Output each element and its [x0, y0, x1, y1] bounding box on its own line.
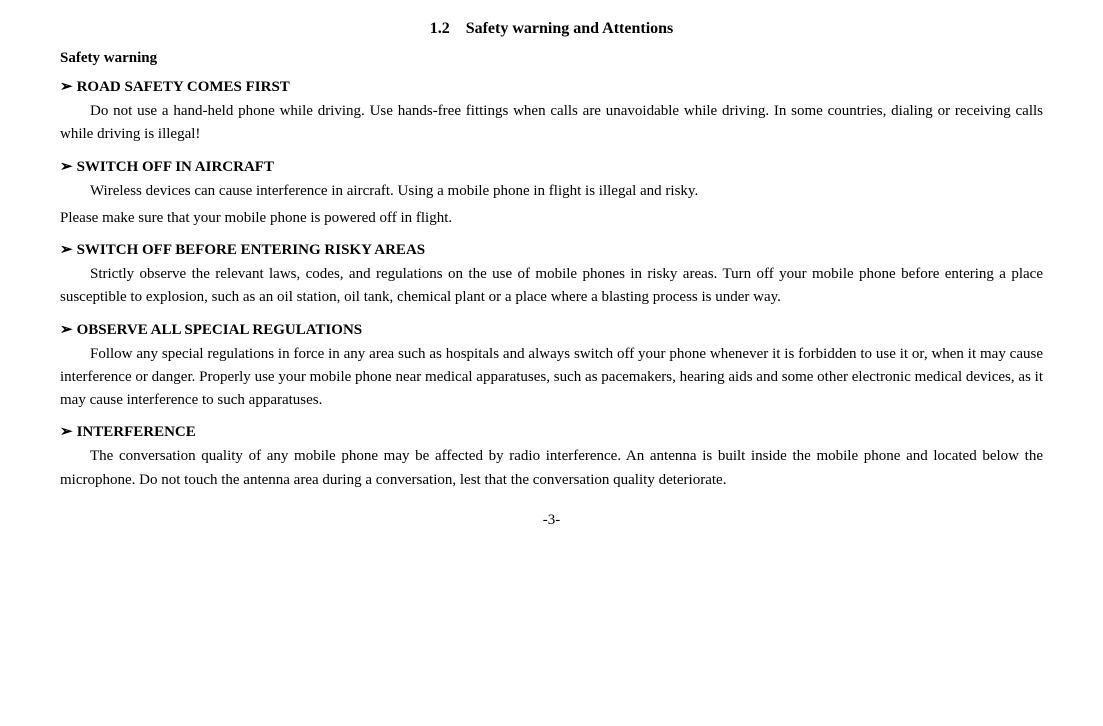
bullet-para-aircraft-1: Wireless devices can cause interference …: [60, 180, 1043, 203]
bullet-heading-road-safety: ➢ ROAD SAFETY COMES FIRST: [60, 77, 1043, 96]
arrow-icon-road-safety: ➢: [60, 77, 73, 96]
safety-warning-label: Safety warning: [60, 50, 1043, 67]
section-title: Safety warning and Attentions: [466, 20, 674, 37]
arrow-icon-aircraft: ➢: [60, 157, 73, 176]
bullet-heading-regulations: ➢ OBSERVE ALL SPECIAL REGULATIONS: [60, 320, 1043, 339]
section-number: 1.2: [430, 20, 450, 37]
page-number: -3-: [60, 512, 1043, 529]
bullet-title-regulations: OBSERVE ALL SPECIAL REGULATIONS: [77, 322, 363, 339]
bullet-para-interference: The conversation quality of any mobile p…: [60, 445, 1043, 492]
bullet-para-risky: Strictly observe the relevant laws, code…: [60, 263, 1043, 310]
bullet-title-road-safety: ROAD SAFETY COMES FIRST: [77, 79, 290, 96]
bullet-heading-aircraft: ➢ SWITCH OFF IN AIRCRAFT: [60, 157, 1043, 176]
bullet-para-regulations: Follow any special regulations in force …: [60, 343, 1043, 413]
bullet-heading-risky: ➢ SWITCH OFF BEFORE ENTERING RISKY AREAS: [60, 240, 1043, 259]
arrow-icon-interference: ➢: [60, 422, 73, 441]
bullet-para-road-safety: Do not use a hand-held phone while drivi…: [60, 100, 1043, 147]
arrow-icon-risky: ➢: [60, 240, 73, 259]
bullet-title-aircraft: SWITCH OFF IN AIRCRAFT: [77, 159, 274, 176]
bullet-heading-interference: ➢ INTERFERENCE: [60, 422, 1043, 441]
arrow-icon-regulations: ➢: [60, 320, 73, 339]
section-heading: 1.2 Safety warning and Attentions: [60, 20, 1043, 38]
bullet-para-aircraft-2: Please make sure that your mobile phone …: [60, 207, 1043, 230]
bullet-title-interference: INTERFERENCE: [77, 424, 196, 441]
bullet-title-risky: SWITCH OFF BEFORE ENTERING RISKY AREAS: [77, 242, 426, 259]
